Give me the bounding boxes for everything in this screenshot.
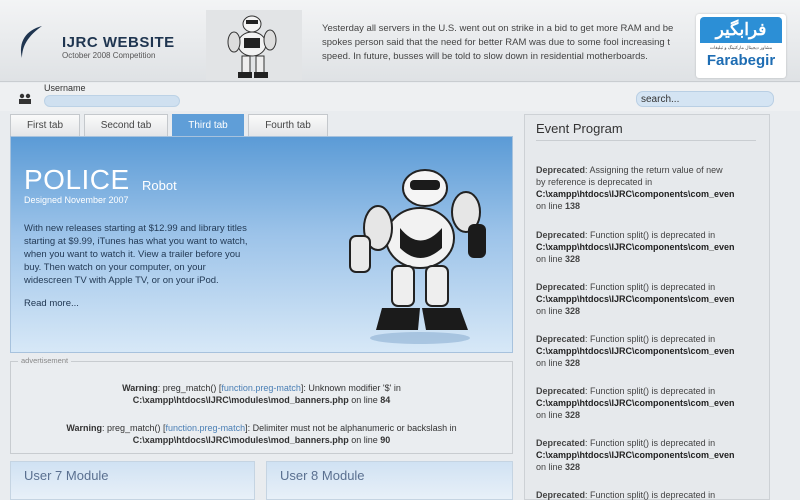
event-path: C:\xampp\htdocs\IJRC\components\com_even <box>536 346 735 356</box>
event-item: Deprecated: Function split() is deprecat… <box>536 229 770 265</box>
news-line: speed. In future, busses will be told to… <box>322 51 648 62</box>
event-text: : Function split() is deprecated in <box>585 386 716 396</box>
event-path: C:\xampp\htdocs\IJRC\components\com_even <box>536 189 735 199</box>
event-path: C:\xampp\htdocs\IJRC\components\com_even <box>536 294 735 304</box>
hero-desc-line: when you want to watch it. View a traile… <box>24 249 241 260</box>
event-text: : Function split() is deprecated in <box>585 490 716 500</box>
warning-line-number: 90 <box>380 435 391 445</box>
event-item: Deprecated: Function split() is deprecat… <box>536 281 770 317</box>
event-head: Deprecated <box>536 490 586 500</box>
event-item: Deprecated: Assigning the return value o… <box>536 164 770 212</box>
event-line-text: on line <box>536 462 566 472</box>
event-head: Deprecated <box>536 438 586 448</box>
hero-desc-line: With new releases starting at $12.99 and… <box>24 223 247 234</box>
event-line-text: on line <box>536 306 566 316</box>
sidebar-title: Event Program <box>536 121 623 136</box>
function-link[interactable]: function.preg-match <box>221 383 301 393</box>
function-link[interactable]: function.preg-match <box>166 423 246 433</box>
event-line-number: 328 <box>565 358 581 368</box>
users-icon <box>19 93 31 104</box>
warning-line-number: 84 <box>380 395 391 405</box>
logo-swoosh-icon <box>20 26 42 58</box>
event-text: : Function split() is deprecated in <box>585 438 716 448</box>
event-head: Deprecated <box>536 230 586 240</box>
tab-second[interactable]: Second tab <box>84 114 168 136</box>
brand-name: Farabegir <box>706 52 776 69</box>
sidebar-divider <box>536 140 756 141</box>
event-item: Deprecated: Function split() is deprecat… <box>536 437 770 473</box>
news-line: Yesterday all servers in the U.S. went o… <box>322 23 674 34</box>
brand-watermark: فرابگیر مشاور دیجیتال مارکتینگ و تبلیغات… <box>696 14 786 78</box>
warning-text: ]: Delimiter must not be alphanumeric or… <box>245 423 457 433</box>
event-line-number: 138 <box>565 201 581 211</box>
event-line-number: 328 <box>565 306 581 316</box>
brand-tagline: مشاور دیجیتال مارکتینگ و تبلیغات <box>709 45 773 50</box>
hero-desc-line: starting at $9.99, iTunes has what you w… <box>24 236 248 247</box>
hero-title-suffix: Robot <box>142 178 177 193</box>
event-line-text: on line <box>536 358 566 368</box>
read-more-link[interactable]: Read more... <box>24 298 79 309</box>
hero-date: Designed November 2007 <box>24 195 129 205</box>
warning-message: Warning: preg_match() [function.preg-mat… <box>10 382 513 406</box>
username-input[interactable] <box>44 95 180 107</box>
event-line-number: 328 <box>565 410 581 420</box>
tab-first[interactable]: First tab <box>10 114 80 136</box>
site-title[interactable]: IJRC WEBSITE <box>62 34 175 51</box>
brand-persian: فرابگیر <box>700 17 782 43</box>
user7-module-title: User 7 Module <box>24 468 109 483</box>
advertisement-label: advertisement <box>18 356 72 365</box>
news-ticker: Yesterday all servers in the U.S. went o… <box>322 22 702 64</box>
tab-fourth[interactable]: Fourth tab <box>248 114 328 136</box>
warning-line-text: on line <box>348 435 381 445</box>
warning-line-text: on line <box>348 395 381 405</box>
event-line-number: 328 <box>565 254 581 264</box>
event-line-number: 328 <box>565 462 581 472</box>
search-input[interactable] <box>636 91 774 107</box>
warning-text: : preg_match() [ <box>157 383 222 393</box>
event-path: C:\xampp\htdocs\IJRC\components\com_even <box>536 242 735 252</box>
warning-message: Warning: preg_match() [function.preg-mat… <box>10 422 513 446</box>
news-line: spokes person said that the need for bet… <box>322 37 670 48</box>
event-text: : Function split() is deprecated in <box>585 334 716 344</box>
warning-label: Warning <box>66 423 102 433</box>
event-line-text: on line <box>536 201 566 211</box>
user8-module-title: User 8 Module <box>280 468 365 483</box>
warning-text: ]: Unknown modifier '$' in <box>300 383 401 393</box>
event-head: Deprecated <box>536 282 586 292</box>
event-path: C:\xampp\htdocs\IJRC\components\com_even <box>536 398 735 408</box>
warning-text: : preg_match() [ <box>102 423 166 433</box>
event-head: Deprecated <box>536 386 586 396</box>
event-text: : Function split() is deprecated in <box>585 230 716 240</box>
header-robot-image <box>206 10 302 80</box>
hero-title: POLICE <box>24 164 130 195</box>
event-head: Deprecated <box>536 334 586 344</box>
robot-image <box>349 169 486 344</box>
event-text: by reference is deprecated in <box>536 177 653 187</box>
event-path: C:\xampp\htdocs\IJRC\components\com_even <box>536 450 735 460</box>
event-line-text: on line <box>536 254 566 264</box>
hero-desc-line: buy. Then watch on your computer, on you… <box>24 262 206 273</box>
warning-path: C:\xampp\htdocs\IJRC\modules\mod_banners… <box>132 435 349 445</box>
event-item: Deprecated: Function split() is deprecat… <box>536 333 770 369</box>
hero-desc-line: widescreen TV with Apple TV, or on your … <box>24 275 219 286</box>
site-subtitle: October 2008 Competition <box>62 51 156 60</box>
event-item: Deprecated: Function split() is deprecat… <box>536 489 770 500</box>
event-head: Deprecated <box>536 165 586 175</box>
warning-path: C:\xampp\htdocs\IJRC\modules\mod_banners… <box>132 395 349 405</box>
warning-label: Warning <box>122 383 158 393</box>
event-line-text: on line <box>536 410 566 420</box>
event-item: Deprecated: Function split() is deprecat… <box>536 385 770 421</box>
event-text: : Assigning the return value of new <box>585 165 723 175</box>
event-text: : Function split() is deprecated in <box>585 282 716 292</box>
tab-third[interactable]: Third tab <box>172 114 244 136</box>
username-label: Username <box>44 83 86 93</box>
hero-description: With new releases starting at $12.99 and… <box>24 222 286 287</box>
